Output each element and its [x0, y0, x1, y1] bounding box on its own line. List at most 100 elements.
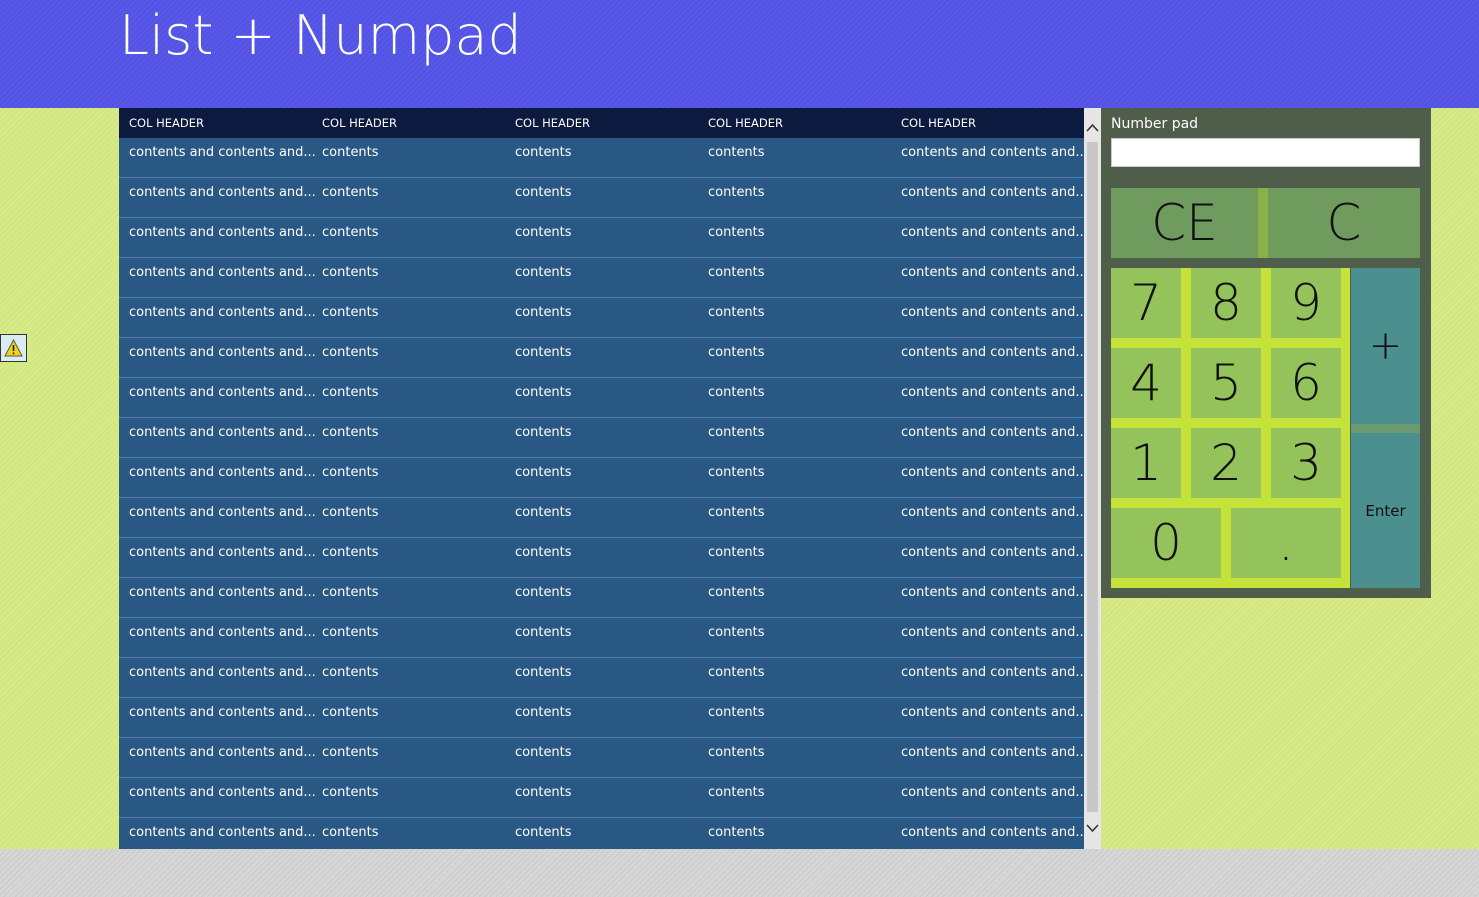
table-cell: contents — [708, 745, 765, 760]
table-cell: contents — [322, 465, 379, 480]
table-cell: contents and contents and... — [901, 745, 1084, 760]
number-pad-input[interactable] — [1111, 138, 1420, 167]
table-cell: contents — [708, 625, 765, 640]
table-cell: contents — [708, 785, 765, 800]
table-cell: contents and contents and... — [901, 625, 1084, 640]
table-row[interactable]: contents and contents and... contents cont… — [119, 698, 1084, 738]
table-cell: contents and contents and... — [901, 185, 1084, 200]
table-cell: contents — [515, 425, 572, 440]
key-7-button[interactable]: 7 — [1111, 268, 1181, 338]
clear-entry-button[interactable]: CE — [1111, 188, 1258, 258]
table-cell: contents and contents and... — [129, 545, 316, 560]
table-cell: contents and contents and... — [901, 825, 1084, 840]
table-cell: contents — [708, 305, 765, 320]
table-cell: contents — [708, 585, 765, 600]
table-cell: contents and contents and... — [129, 425, 316, 440]
table-cell: contents — [515, 625, 572, 640]
enter-button[interactable]: Enter — [1351, 433, 1420, 588]
table-cell: contents — [515, 705, 572, 720]
table-cell: contents — [708, 505, 765, 520]
key-6-button[interactable]: 6 — [1271, 348, 1341, 418]
column-header[interactable]: COL HEADER — [901, 108, 976, 138]
table-cell: contents — [322, 545, 379, 560]
table-cell: contents and contents and... — [129, 265, 316, 280]
table-cell: contents — [515, 545, 572, 560]
table-cell: contents and contents and... — [901, 145, 1084, 160]
table-row[interactable]: contents and contents and... contents cont… — [119, 818, 1084, 849]
table-row[interactable]: contents and contents and... contents cont… — [119, 538, 1084, 578]
table-row[interactable]: contents and contents and... contents cont… — [119, 298, 1084, 338]
decimal-point-button[interactable]: . — [1231, 508, 1341, 578]
table-cell: contents — [515, 345, 572, 360]
chevron-down-icon[interactable] — [1084, 818, 1101, 838]
table-cell: contents and contents and... — [129, 385, 316, 400]
grid-header: COL HEADER COL HEADER COL HEADER COL HEA… — [119, 108, 1084, 138]
table-row[interactable]: contents and contents and... contents cont… — [119, 618, 1084, 658]
table-row[interactable]: contents and contents and... contents cont… — [119, 378, 1084, 418]
warning-icon[interactable] — [0, 334, 27, 362]
table-cell: contents and contents and... — [901, 545, 1084, 560]
table-cell: contents and contents and... — [901, 505, 1084, 520]
column-header[interactable]: COL HEADER — [322, 108, 397, 138]
table-cell: contents — [515, 585, 572, 600]
column-header[interactable]: COL HEADER — [708, 108, 783, 138]
table-cell: contents — [322, 185, 379, 200]
table-row[interactable]: contents and contents and... contents cont… — [119, 218, 1084, 258]
table-row[interactable]: contents and contents and... contents cont… — [119, 138, 1084, 178]
table-cell: contents and contents and... — [129, 705, 316, 720]
key-3-button[interactable]: 3 — [1271, 428, 1341, 498]
chevron-up-icon[interactable] — [1084, 118, 1101, 138]
table-row[interactable]: contents and contents and... contents cont… — [119, 658, 1084, 698]
key-9-button[interactable]: 9 — [1271, 268, 1341, 338]
table-row[interactable]: contents and contents and... contents cont… — [119, 578, 1084, 618]
table-cell: contents — [322, 345, 379, 360]
key-5-button[interactable]: 5 — [1191, 348, 1261, 418]
column-header[interactable]: COL HEADER — [515, 108, 590, 138]
table-cell: contents — [322, 425, 379, 440]
key-0-button[interactable]: 0 — [1111, 508, 1221, 578]
column-header[interactable]: COL HEADER — [129, 108, 204, 138]
table-row[interactable]: contents and contents and... contents cont… — [119, 418, 1084, 458]
table-row[interactable]: contents and contents and... contents cont… — [119, 258, 1084, 298]
table-cell: contents — [708, 265, 765, 280]
table-cell: contents — [515, 385, 572, 400]
table-cell: contents and contents and... — [129, 585, 316, 600]
number-pad-label: Number pad — [1111, 116, 1199, 132]
table-cell: contents — [708, 385, 765, 400]
table-row[interactable]: contents and contents and... contents cont… — [119, 498, 1084, 538]
table-cell: contents and contents and... — [901, 265, 1084, 280]
table-row[interactable]: contents and contents and... contents cont… — [119, 778, 1084, 818]
key-2-button[interactable]: 2 — [1191, 428, 1261, 498]
table-row[interactable]: contents and contents and... contents cont… — [119, 738, 1084, 778]
plus-button[interactable]: + — [1351, 268, 1420, 424]
table-row[interactable]: contents and contents and... contents cont… — [119, 458, 1084, 498]
table-cell: contents and contents and... — [901, 385, 1084, 400]
footer-band — [0, 849, 1479, 897]
key-4-button[interactable]: 4 — [1111, 348, 1181, 418]
table-row[interactable]: contents and contents and... contents cont… — [119, 178, 1084, 218]
clear-button[interactable]: C — [1268, 188, 1420, 258]
table-cell: contents — [708, 145, 765, 160]
grid-body: contents and contents and... contents cont… — [119, 138, 1084, 849]
table-cell: contents — [515, 745, 572, 760]
table-cell: contents — [708, 825, 765, 840]
table-cell: contents — [708, 185, 765, 200]
table-cell: contents and contents and... — [129, 145, 316, 160]
table-cell: contents and contents and... — [901, 585, 1084, 600]
table-cell: contents — [322, 785, 379, 800]
table-cell: contents — [515, 265, 572, 280]
table-cell: contents and contents and... — [129, 625, 316, 640]
table-cell: contents and contents and... — [901, 305, 1084, 320]
table-cell: contents and contents and... — [129, 825, 316, 840]
table-cell: contents and contents and... — [901, 225, 1084, 240]
table-cell: contents — [515, 145, 572, 160]
scroll-thumb[interactable] — [1087, 142, 1098, 812]
table-cell: contents — [515, 225, 572, 240]
table-cell: contents — [322, 305, 379, 320]
table-cell: contents — [708, 345, 765, 360]
key-1-button[interactable]: 1 — [1111, 428, 1181, 498]
table-row[interactable]: contents and contents and... contents cont… — [119, 338, 1084, 378]
key-8-button[interactable]: 8 — [1191, 268, 1261, 338]
table-cell: contents and contents and... — [129, 225, 316, 240]
vertical-scrollbar[interactable] — [1084, 108, 1101, 849]
